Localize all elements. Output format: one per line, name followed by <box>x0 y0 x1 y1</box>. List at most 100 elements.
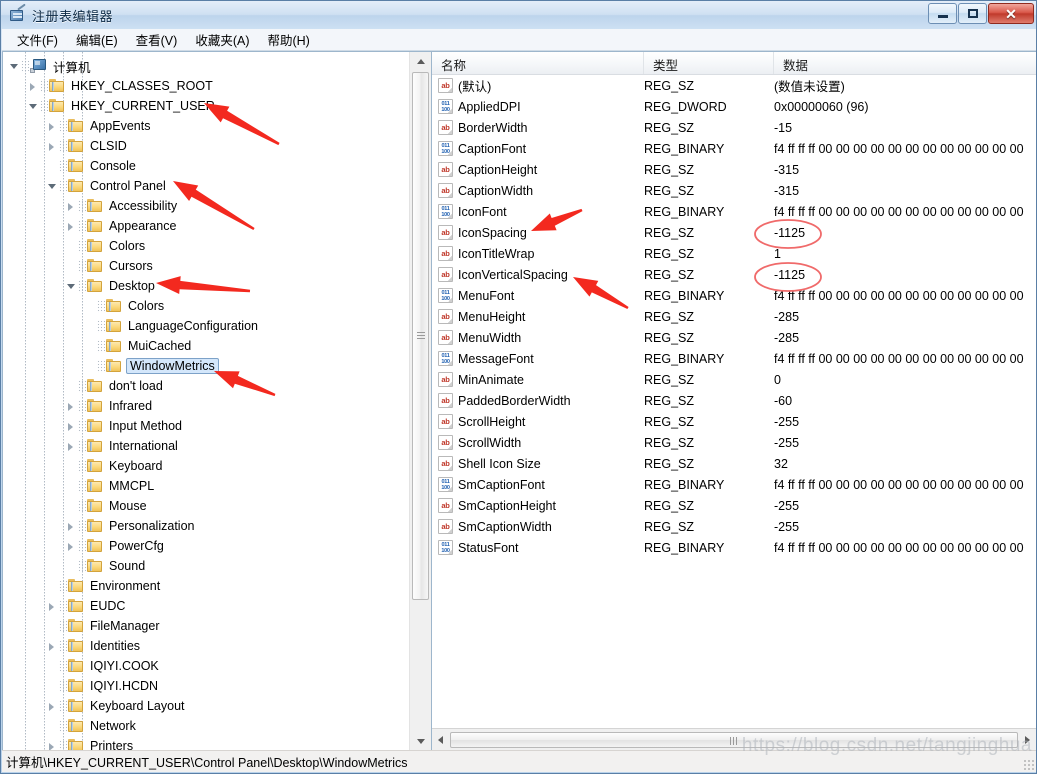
tree-item-eudc[interactable]: EUDC <box>3 596 409 616</box>
tree-item-iqiyi-hcdn[interactable]: IQIYI.HCDN <box>3 676 409 696</box>
registry-value-row[interactable]: ab IconSpacing REG_SZ -1125 <box>432 222 1036 243</box>
close-button[interactable]: ✕ <box>988 3 1034 24</box>
chevron-right-icon[interactable] <box>45 700 58 713</box>
tree-item-hkey-classes-root[interactable]: HKEY_CLASSES_ROOT <box>3 76 409 96</box>
tree-item-console[interactable]: Console <box>3 156 409 176</box>
column-header-name[interactable]: 名称 <box>432 52 644 74</box>
registry-value-row[interactable]: ab SmCaptionHeight REG_SZ -255 <box>432 495 1036 516</box>
menu-file[interactable]: 文件(F) <box>8 28 67 51</box>
maximize-button[interactable] <box>958 3 987 24</box>
tree-item-keyboard-layout[interactable]: Keyboard Layout <box>3 696 409 716</box>
scroll-right-button[interactable] <box>1019 730 1036 750</box>
registry-value-row[interactable]: ab BorderWidth REG_SZ -15 <box>432 117 1036 138</box>
registry-value-row[interactable]: 011 100 MenuFont REG_BINARY f4 ff ff ff 00 0… <box>432 285 1036 306</box>
registry-value-row[interactable]: 011 100 CaptionFont REG_BINARY f4 ff ff ff 0… <box>432 138 1036 159</box>
menu-view[interactable]: 查看(V) <box>127 28 187 51</box>
registry-tree[interactable]: 计算机 HKEY_CLASSES_ROOT HKEY_CURRENT_USER App… <box>3 52 409 750</box>
registry-value-row[interactable]: ab PaddedBorderWidth REG_SZ -60 <box>432 390 1036 411</box>
tree-item-appearance[interactable]: Appearance <box>3 216 409 236</box>
tree-item-colors[interactable]: Colors <box>3 296 409 316</box>
chevron-right-icon[interactable] <box>45 140 58 153</box>
chevron-down-icon[interactable] <box>26 100 39 113</box>
tree-item-control-panel[interactable]: Control Panel <box>3 176 409 196</box>
tree-item-don-t-load[interactable]: don't load <box>3 376 409 396</box>
menu-help[interactable]: 帮助(H) <box>258 28 318 51</box>
tree-item-input-method[interactable]: Input Method <box>3 416 409 436</box>
tree-item-colors[interactable]: Colors <box>3 236 409 256</box>
value-data: -285 <box>774 309 800 324</box>
tree-item-muicached[interactable]: MuiCached <box>3 336 409 356</box>
tree-item-[interactable]: 计算机 <box>3 56 409 76</box>
registry-value-row[interactable]: ab ScrollWidth REG_SZ -255 <box>432 432 1036 453</box>
chevron-right-icon[interactable] <box>45 120 58 133</box>
chevron-right-icon[interactable] <box>45 640 58 653</box>
registry-value-row[interactable]: ab (默认) REG_SZ (数值未设置) <box>432 75 1036 96</box>
tree-item-mouse[interactable]: Mouse <box>3 496 409 516</box>
chevron-right-icon[interactable] <box>64 440 77 453</box>
scroll-down-button[interactable] <box>410 732 431 750</box>
chevron-right-icon[interactable] <box>64 400 77 413</box>
chevron-down-icon[interactable] <box>7 60 20 73</box>
column-header-type[interactable]: 类型 <box>644 52 774 74</box>
tree-item-identities[interactable]: Identities <box>3 636 409 656</box>
tree-item-accessibility[interactable]: Accessibility <box>3 196 409 216</box>
chevron-right-icon[interactable] <box>64 520 77 533</box>
tree-scroll-thumb[interactable] <box>412 72 429 600</box>
chevron-right-icon[interactable] <box>26 80 39 93</box>
tree-item-environment[interactable]: Environment <box>3 576 409 596</box>
tree-item-personalization[interactable]: Personalization <box>3 516 409 536</box>
registry-value-row[interactable]: ab IconTitleWrap REG_SZ 1 <box>432 243 1036 264</box>
tree-vertical-scrollbar[interactable] <box>409 52 431 750</box>
tree-item-hkey-current-user[interactable]: HKEY_CURRENT_USER <box>3 96 409 116</box>
chevron-right-icon[interactable] <box>64 540 77 553</box>
menu-edit[interactable]: 编辑(E) <box>67 28 127 51</box>
registry-value-row[interactable]: ab MenuHeight REG_SZ -285 <box>432 306 1036 327</box>
registry-value-row[interactable]: 011 100 SmCaptionFont REG_BINARY f4 ff ff ff… <box>432 474 1036 495</box>
tree-item-appevents[interactable]: AppEvents <box>3 116 409 136</box>
tree-item-desktop[interactable]: Desktop <box>3 276 409 296</box>
tree-item-sound[interactable]: Sound <box>3 556 409 576</box>
chevron-down-icon[interactable] <box>64 280 77 293</box>
tree-item-powercfg[interactable]: PowerCfg <box>3 536 409 556</box>
chevron-right-icon[interactable] <box>64 420 77 433</box>
tree-item-clsid[interactable]: CLSID <box>3 136 409 156</box>
tree-item-cursors[interactable]: Cursors <box>3 256 409 276</box>
registry-value-row[interactable]: ab MinAnimate REG_SZ 0 <box>432 369 1036 390</box>
list-horizontal-scrollbar[interactable] <box>432 728 1036 750</box>
registry-value-row[interactable]: ab CaptionWidth REG_SZ -315 <box>432 180 1036 201</box>
registry-value-row[interactable]: 011 100 StatusFont REG_BINARY f4 ff ff ff 00… <box>432 537 1036 558</box>
registry-values-list[interactable]: ab (默认) REG_SZ (数值未设置) 011 100 AppliedDPI REG_D… <box>432 75 1036 728</box>
minimize-button[interactable] <box>928 3 957 24</box>
registry-value-row[interactable]: ab SmCaptionWidth REG_SZ -255 <box>432 516 1036 537</box>
tree-item-windowmetrics[interactable]: WindowMetrics <box>3 356 409 376</box>
list-scroll-thumb[interactable] <box>450 731 1018 748</box>
scroll-up-button[interactable] <box>410 52 431 70</box>
tree-item-international[interactable]: International <box>3 436 409 456</box>
tree-connector <box>59 659 68 673</box>
tree-item-mmcpl[interactable]: MMCPL <box>3 476 409 496</box>
registry-value-row[interactable]: ab ScrollHeight REG_SZ -255 <box>432 411 1036 432</box>
registry-value-row[interactable]: ab MenuWidth REG_SZ -285 <box>432 327 1036 348</box>
chevron-right-icon[interactable] <box>64 200 77 213</box>
tree-item-keyboard[interactable]: Keyboard <box>3 456 409 476</box>
menu-favorites[interactable]: 收藏夹(A) <box>186 28 258 51</box>
tree-item-network[interactable]: Network <box>3 716 409 736</box>
registry-value-row[interactable]: 011 100 MessageFont REG_BINARY f4 ff ff ff 0… <box>432 348 1036 369</box>
tree-item-languageconfiguration[interactable]: LanguageConfiguration <box>3 316 409 336</box>
tree-item-filemanager[interactable]: FileManager <box>3 616 409 636</box>
chevron-right-icon[interactable] <box>45 740 58 750</box>
registry-value-row[interactable]: ab CaptionHeight REG_SZ -315 <box>432 159 1036 180</box>
chevron-right-icon[interactable] <box>64 220 77 233</box>
tree-item-printers[interactable]: Printers <box>3 736 409 750</box>
registry-value-row[interactable]: 011 100 IconFont REG_BINARY f4 ff ff ff 00 0… <box>432 201 1036 222</box>
chevron-down-icon[interactable] <box>45 180 58 193</box>
registry-value-row[interactable]: 011 100 AppliedDPI REG_DWORD 0x00000060 (96) <box>432 96 1036 117</box>
resize-grip-icon[interactable] <box>1022 758 1035 771</box>
registry-value-row[interactable]: ab Shell Icon Size REG_SZ 32 <box>432 453 1036 474</box>
chevron-right-icon[interactable] <box>45 600 58 613</box>
tree-item-infrared[interactable]: Infrared <box>3 396 409 416</box>
column-header-data[interactable]: 数据 <box>774 52 1036 74</box>
registry-value-row[interactable]: ab IconVerticalSpacing REG_SZ -1125 <box>432 264 1036 285</box>
tree-item-iqiyi-cook[interactable]: IQIYI.COOK <box>3 656 409 676</box>
scroll-left-button[interactable] <box>432 730 449 750</box>
